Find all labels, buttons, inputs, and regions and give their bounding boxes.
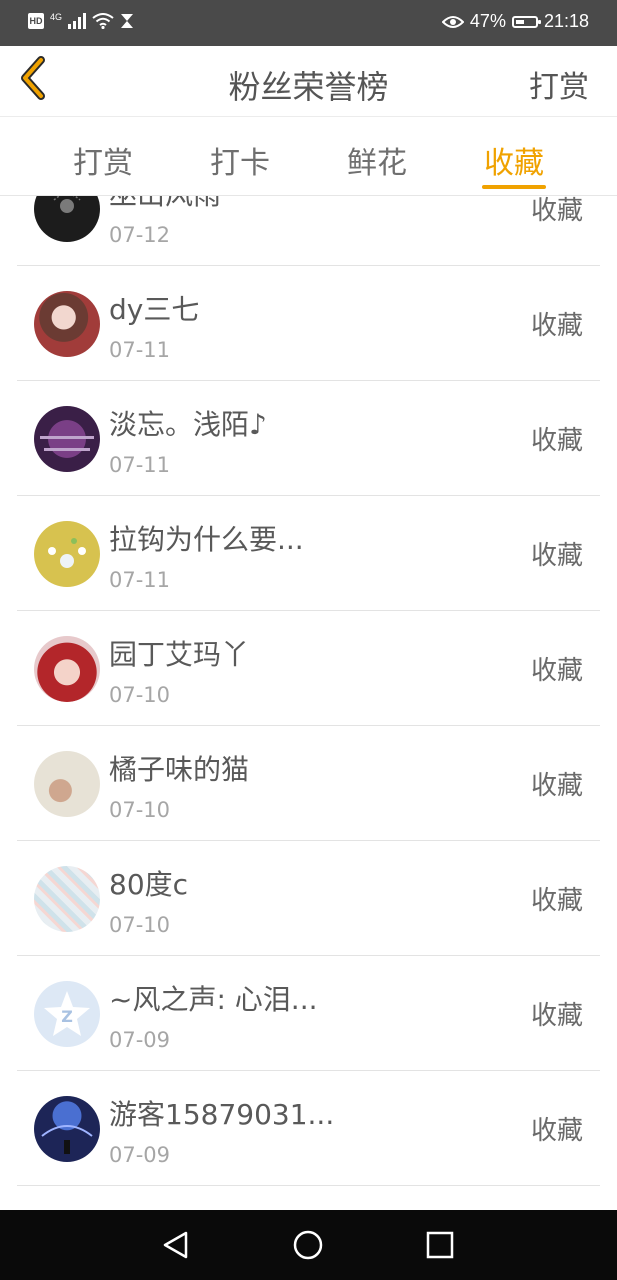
list-item[interactable]: Z ~风之声: 心泪... 07-09 收藏 [0,956,617,1071]
action-label: 收藏 [530,196,583,226]
date: 07-10 [109,913,171,937]
list-item[interactable]: 巫山风雨 07-12 收藏 [0,196,617,266]
date: 07-09 [109,1143,171,1167]
nav-recent-button[interactable] [425,1230,455,1260]
avatar [34,1096,100,1162]
action-label: 收藏 [530,1001,583,1031]
battery-percent: 47% [469,11,506,31]
user-name: dy三七 [109,293,200,326]
divider [17,1185,600,1186]
date: 07-11 [109,453,171,477]
tab-bar: 打赏 打卡 鲜花 收藏 [0,117,617,196]
battery-icon [511,15,541,28]
network-label: 4G [50,12,63,22]
signal-icon [68,13,87,29]
list-item[interactable]: 80度c 07-10 收藏 [0,841,617,956]
back-button[interactable] [12,56,58,102]
avatar [34,751,100,817]
list-item[interactable]: 淡忘。浅陌♪ 07-11 收藏 [0,381,617,496]
hourglass-icon [121,14,134,28]
list-item[interactable]: 橘子味的猫 07-10 收藏 [0,726,617,841]
user-name: 橘子味的猫 [109,753,250,786]
list-item[interactable]: 游客15879031... 07-09 收藏 [0,1071,617,1186]
date: 07-12 [109,223,171,247]
tab-indicator [482,185,546,189]
action-label: 收藏 [530,426,583,456]
avatar [34,866,100,932]
avatar: Z [34,981,100,1047]
user-name: 游客15879031... [109,1098,335,1131]
user-name: 淡忘。浅陌♪ [109,408,267,441]
list-item[interactable]: 拉钩为什么要... 07-11 收藏 [0,496,617,611]
wifi-icon [92,13,114,29]
nav-home-button[interactable] [292,1229,324,1261]
system-nav-bar [0,1210,617,1280]
tab-checkin[interactable]: 打卡 [185,138,295,182]
tab-flowers[interactable]: 鲜花 [322,138,432,182]
action-label: 收藏 [530,1116,583,1146]
chevron-left-icon [21,56,45,100]
date: 07-09 [109,1028,171,1052]
user-name: 拉钩为什么要... [109,523,304,556]
user-name: 巫山风雨 [109,196,221,213]
date: 07-10 [109,798,171,822]
action-label: 收藏 [530,541,583,571]
avatar [34,521,100,587]
reward-button[interactable]: 打赏 [529,62,589,106]
user-name: ~风之声: 心泪... [109,983,318,1016]
favorites-list[interactable]: 巫山风雨 07-12 收藏 dy三七 07-11 收藏 淡忘。浅陌♪ 07-11… [0,196,617,1210]
avatar [34,291,100,357]
nav-back-button[interactable] [160,1230,192,1260]
page-title: 粉丝荣誉榜 [228,68,389,106]
tab-reward[interactable]: 打赏 [48,138,158,182]
user-name: 80度c [109,868,189,901]
date: 07-10 [109,683,171,707]
action-label: 收藏 [530,311,583,341]
qq-star-icon: Z [44,991,90,1036]
avatar [34,636,100,702]
action-label: 收藏 [530,656,583,686]
status-right: 47% 21:18 [441,11,589,32]
date: 07-11 [109,568,171,592]
svg-text:Z: Z [61,1007,73,1026]
avatar [34,196,100,242]
action-label: 收藏 [530,886,583,916]
status-left: HD 4G [28,12,134,30]
app-header: 粉丝荣誉榜 打赏 [0,46,617,117]
action-label: 收藏 [530,771,583,801]
eye-icon [441,15,464,28]
status-bar: HD 4G 47% 21:18 [0,0,617,46]
date: 07-11 [109,338,171,362]
list-item[interactable]: dy三七 07-11 收藏 [0,266,617,381]
list-item[interactable]: 园丁艾玛丫 07-10 收藏 [0,611,617,726]
avatar [34,406,100,472]
user-name: 园丁艾玛丫 [109,638,250,671]
hd-badge: HD [28,13,44,29]
tab-favorites[interactable]: 收藏 [459,138,569,182]
clock: 21:18 [543,11,589,31]
